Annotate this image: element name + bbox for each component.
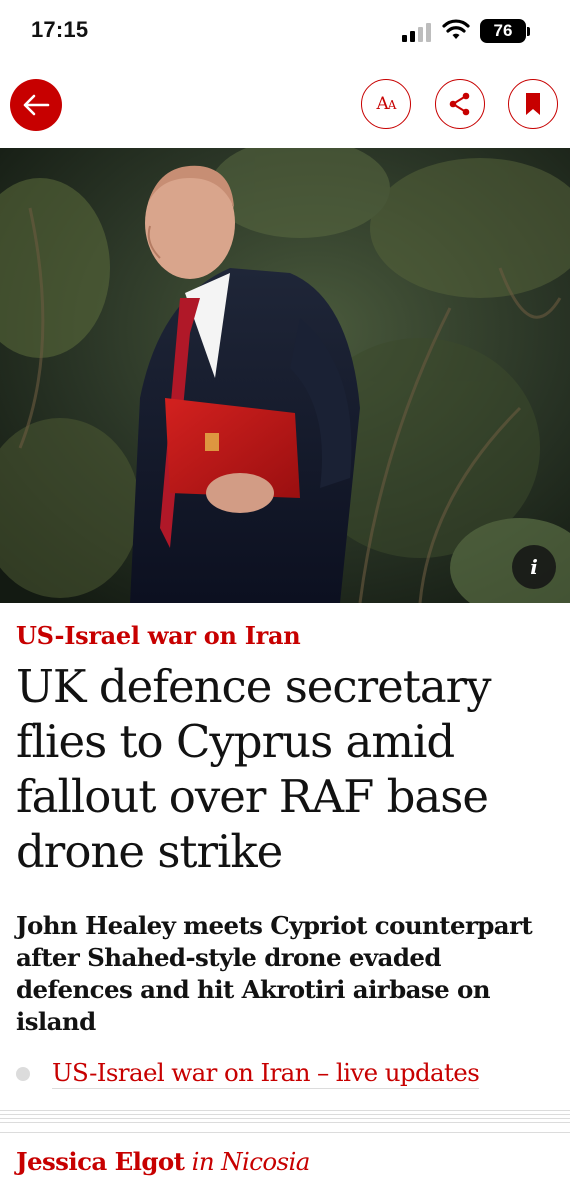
divider xyxy=(0,1132,570,1133)
article-headline: UK defence secretary flies to Cyprus ami… xyxy=(16,660,492,878)
author-name[interactable]: Jessica Elgot xyxy=(16,1147,185,1176)
cellular-signal-icon xyxy=(402,22,432,42)
divider xyxy=(0,1114,570,1115)
hero-photo xyxy=(0,148,570,603)
text-size-button[interactable]: AA xyxy=(361,79,411,129)
info-icon: i xyxy=(530,555,538,579)
related-link-row: US-Israel war on Iran – live updates xyxy=(16,1058,480,1089)
battery-icon: 76 xyxy=(480,19,526,43)
divider xyxy=(0,1118,570,1119)
divider xyxy=(0,1110,570,1111)
live-updates-link[interactable]: US-Israel war on Iran – live updates xyxy=(52,1058,480,1089)
text-size-icon: AA xyxy=(376,94,397,114)
back-button[interactable] xyxy=(10,79,62,131)
byline-location: in Nicosia xyxy=(191,1147,311,1176)
wifi-icon xyxy=(442,19,470,39)
byline: Jessica Elgot in Nicosia xyxy=(16,1147,310,1176)
article-toolbar: AA xyxy=(0,62,570,148)
save-for-later-button[interactable] xyxy=(508,79,558,129)
divider xyxy=(0,1122,570,1123)
status-time: 17:15 xyxy=(31,17,89,42)
share-icon xyxy=(449,92,470,116)
hero-image: i xyxy=(0,148,570,603)
status-bar: 17:15 76 xyxy=(0,0,570,62)
share-button[interactable] xyxy=(435,79,485,129)
article-kicker[interactable]: US-Israel war on Iran xyxy=(16,621,301,650)
battery-nub xyxy=(527,27,530,36)
bookmark-icon xyxy=(526,93,540,115)
article-standfirst: John Healey meets Cypriot counterpart af… xyxy=(16,911,533,1036)
bullet-dot-icon xyxy=(16,1066,30,1081)
image-info-button[interactable]: i xyxy=(512,545,556,589)
arrow-left-icon xyxy=(23,94,50,116)
